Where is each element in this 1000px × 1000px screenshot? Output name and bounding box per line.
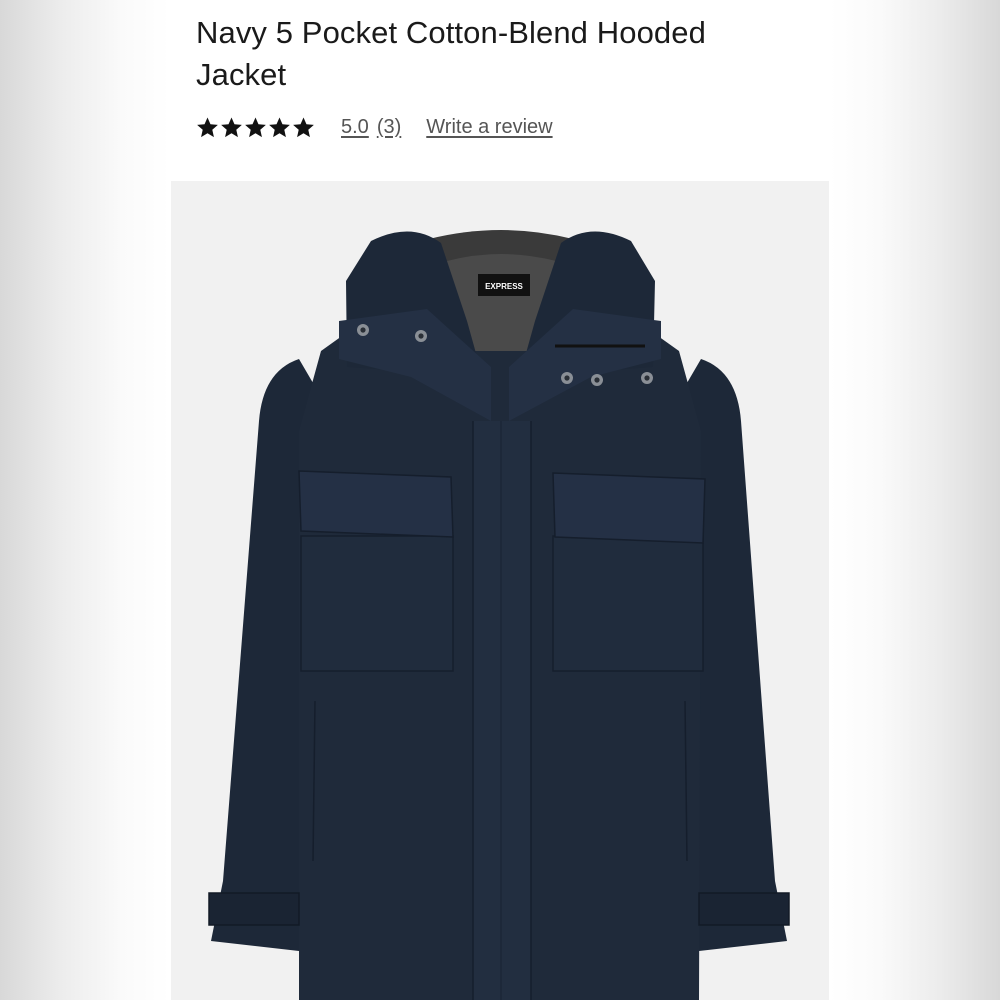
jacket-illustration: EXPRESS — [171, 181, 829, 1000]
star-icon — [293, 116, 314, 137]
rating-value-link[interactable]: 5.0 — [341, 116, 369, 139]
rating-row: 5.0 (3) Write a review — [196, 110, 553, 144]
review-count-link[interactable]: (3) — [377, 116, 401, 139]
page-frame: Navy 5 Pocket Cotton-Blend Hooded Jacket… — [0, 0, 1000, 1000]
product-title: Navy 5 Pocket Cotton-Blend Hooded Jacket — [196, 15, 706, 92]
product-image[interactable]: EXPRESS — [171, 181, 829, 1000]
star-icon — [269, 116, 290, 137]
star-icon — [197, 116, 218, 137]
star-icon — [221, 116, 242, 137]
star-icon — [245, 116, 266, 137]
star-rating — [196, 116, 315, 139]
product-panel: Navy 5 Pocket Cotton-Blend Hooded Jacket… — [171, 0, 829, 1000]
write-review-link[interactable]: Write a review — [426, 116, 552, 139]
brand-tag-text: EXPRESS — [485, 282, 523, 291]
